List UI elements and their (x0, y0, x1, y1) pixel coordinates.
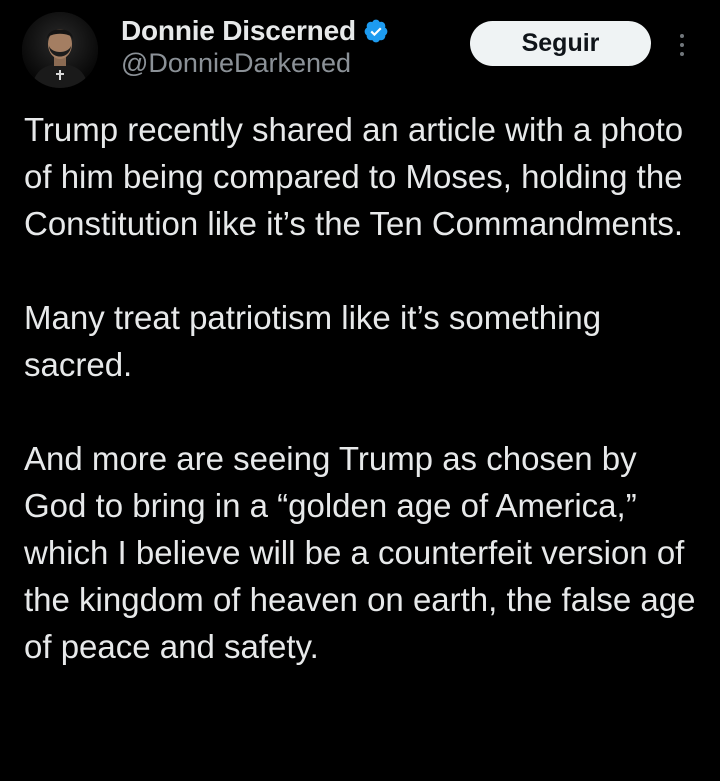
post-paragraph: And more are seeing Trump as chosen by G… (24, 440, 696, 665)
more-dot (680, 43, 684, 47)
post-text: Trump recently shared an article with a … (24, 106, 704, 717)
more-options-icon[interactable] (670, 28, 694, 62)
verified-badge-icon (363, 18, 389, 44)
avatar-portrait-icon (22, 12, 98, 88)
author-display-name[interactable]: Donnie Discerned (121, 15, 356, 47)
author-name-row[interactable]: Donnie Discerned (121, 13, 389, 49)
post-header: Donnie Discerned @DonnieDarkened Seguir (0, 0, 720, 100)
avatar[interactable] (22, 12, 98, 88)
follow-button[interactable]: Seguir (470, 21, 651, 66)
more-dot (680, 52, 684, 56)
post-paragraph: Many treat patriotism like it’s somethin… (24, 299, 602, 383)
post-paragraph: Trump recently shared an article with a … (24, 111, 684, 242)
more-dot (680, 34, 684, 38)
author-handle[interactable]: @DonnieDarkened (121, 48, 351, 79)
